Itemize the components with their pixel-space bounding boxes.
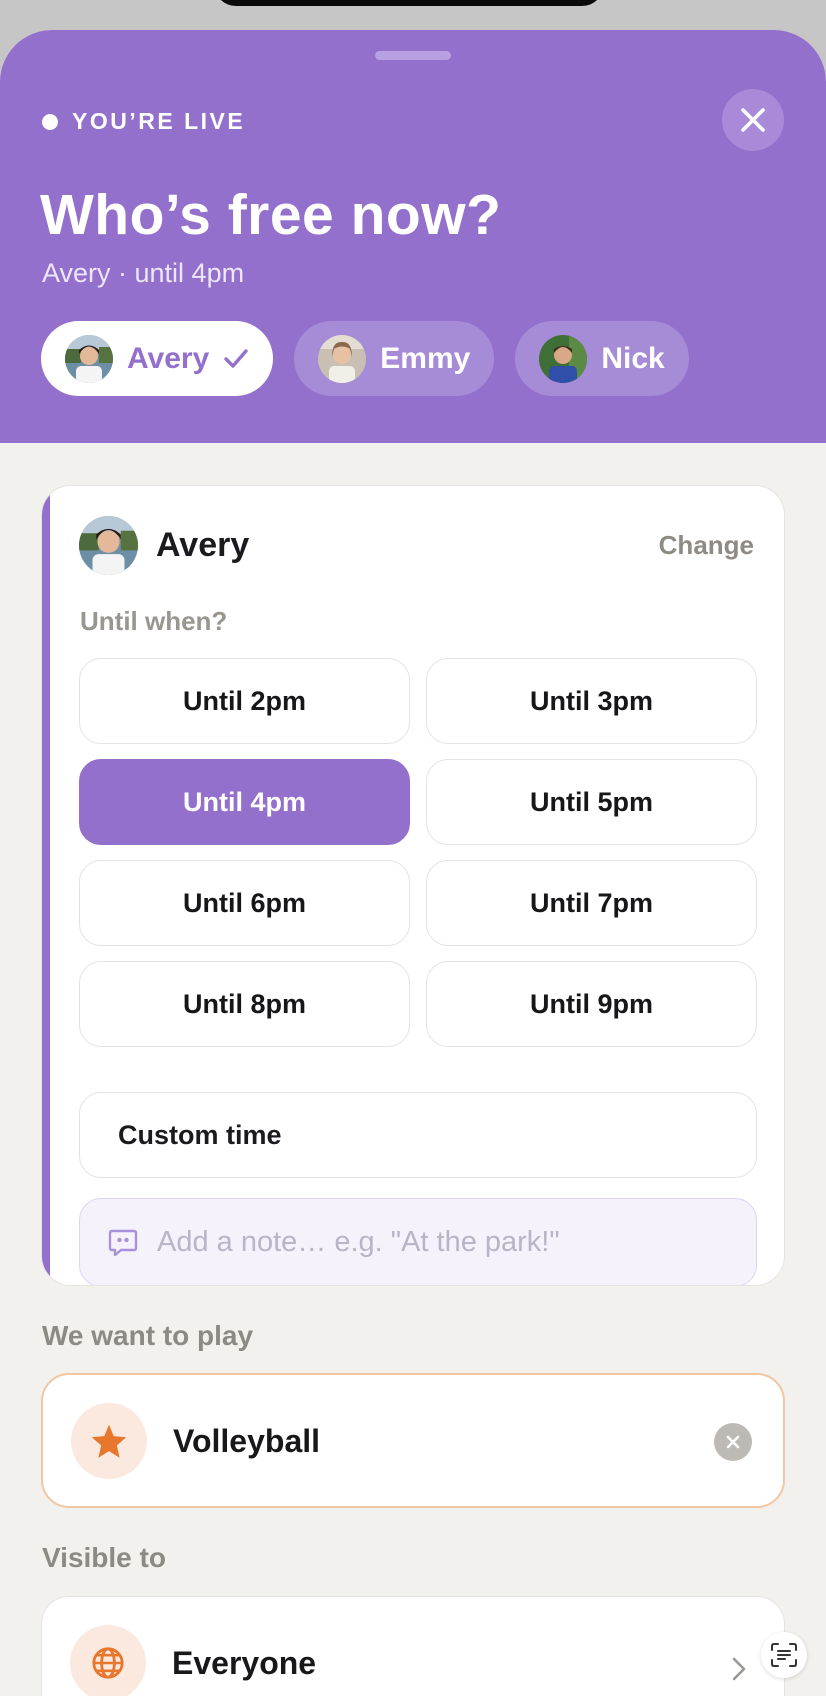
note-field[interactable] [79, 1198, 757, 1285]
note-input[interactable] [157, 1226, 717, 1259]
visibility-field[interactable]: Everyone [41, 1596, 785, 1696]
card-kid-header: Avery [79, 516, 249, 575]
availability-card: Avery Change Until when? Until 2pm Until… [41, 485, 785, 1286]
check-icon [223, 348, 249, 370]
avatar [318, 334, 367, 383]
chevron-right-icon [732, 1657, 746, 1681]
sheet-header: YOU’RE LIVE Who’s free now? Avery · unti… [0, 30, 826, 443]
visibility-value: Everyone [172, 1645, 317, 1681]
activity-section-label: We want to play [42, 1320, 254, 1351]
kid-chip-nick[interactable]: Nick [515, 321, 689, 396]
globe-icon [92, 1647, 124, 1679]
time-option-7pm[interactable]: Until 7pm [426, 860, 757, 946]
kid-chip-avery[interactable]: Avery [41, 321, 274, 396]
time-option-3pm[interactable]: Until 3pm [426, 658, 757, 744]
visibility-section-label: Visible to [42, 1542, 166, 1573]
sheet-grabber[interactable] [375, 51, 451, 60]
page-title: Who’s free now? [40, 183, 502, 247]
close-icon [741, 108, 765, 132]
live-dot-icon [42, 113, 58, 130]
activity-field[interactable]: Volleyball [41, 1373, 785, 1508]
time-option-6pm[interactable]: Until 6pm [79, 860, 410, 946]
page-subtitle: Avery · until 4pm [42, 258, 245, 288]
until-label: Until when? [80, 606, 228, 636]
live-status: YOU’RE LIVE [42, 108, 245, 135]
time-option-4pm[interactable]: Until 4pm [79, 759, 410, 845]
speech-bubble-icon [108, 1229, 138, 1256]
custom-time-button[interactable]: Custom time [79, 1092, 757, 1178]
avatar [65, 334, 113, 383]
activity-value: Volleyball [173, 1423, 321, 1459]
activity-icon-wrap [71, 1403, 147, 1479]
go-live-sheet: YOU’RE LIVE Who’s free now? Avery · unti… [0, 30, 826, 1696]
scan-text-button[interactable] [761, 1632, 807, 1678]
kid-chip-label: Emmy [380, 341, 471, 375]
scan-text-icon [771, 1643, 797, 1667]
close-button[interactable] [722, 89, 784, 151]
live-label: YOU’RE LIVE [72, 108, 246, 134]
time-option-8pm[interactable]: Until 8pm [79, 961, 410, 1047]
kid-chip-emmy[interactable]: Emmy [294, 321, 495, 396]
clear-activity-button[interactable] [714, 1423, 752, 1461]
avatar [79, 516, 138, 575]
time-option-2pm[interactable]: Until 2pm [79, 658, 410, 744]
kid-chip-label: Avery [127, 341, 210, 375]
card-kid-name: Avery [156, 526, 250, 564]
star-icon [91, 1424, 127, 1458]
kid-selector: Avery Emmy Nick [41, 321, 710, 396]
visibility-icon-wrap [70, 1625, 146, 1696]
card-accent-bar [42, 486, 50, 1285]
avatar [539, 334, 588, 383]
close-icon [726, 1435, 740, 1449]
time-option-9pm[interactable]: Until 9pm [426, 961, 757, 1047]
kid-chip-label: Nick [601, 341, 665, 375]
device-notch [214, 0, 604, 6]
change-kid-link[interactable]: Change [659, 530, 754, 561]
time-option-5pm[interactable]: Until 5pm [426, 759, 757, 845]
